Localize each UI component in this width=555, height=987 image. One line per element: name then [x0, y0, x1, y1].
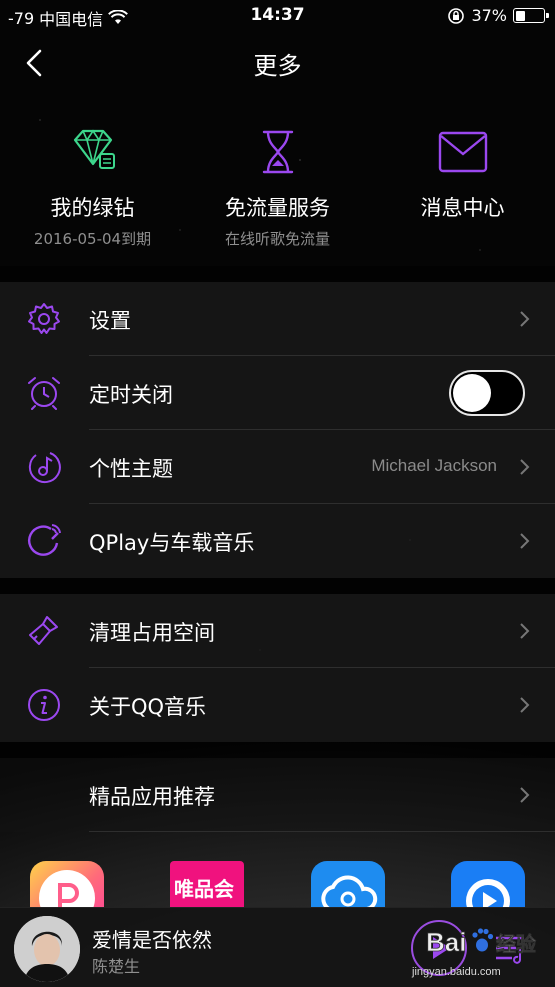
shortcut-subtitle: 2016-05-04到期	[33, 230, 152, 248]
chevron-right-icon	[520, 623, 530, 639]
section-divider	[0, 266, 555, 282]
row-label: 个性主题	[89, 457, 173, 481]
p-app-icon[interactable]	[30, 861, 104, 908]
shortcut-message-center[interactable]: 消息中心	[370, 94, 555, 266]
battery-fill	[515, 10, 526, 21]
current-theme-value: Michael Jackson	[371, 456, 497, 475]
song-artist: 陈楚生	[92, 957, 141, 976]
settings-row[interactable]: 设置	[0, 282, 555, 356]
sleep-timer-toggle[interactable]	[449, 370, 525, 416]
gear-icon	[28, 303, 60, 334]
shortcut-subtitle: 在线听歌免流量	[224, 230, 330, 248]
qplay-icon	[28, 524, 61, 556]
brush-icon	[29, 616, 58, 645]
wm-url: jingyan.baidu.com	[412, 966, 501, 978]
video-app-icon[interactable]	[451, 861, 525, 908]
row-label: 设置	[89, 309, 131, 333]
shortcut-bar: 我的绿钻 2016-05-04到期 免流量服务 在线听歌免流量 消息中心	[0, 94, 555, 266]
vip-app-text: 唯品会	[174, 877, 234, 901]
envelope-icon	[438, 131, 487, 173]
chevron-right-icon	[520, 787, 530, 803]
settings-group: 设置 定时关闭 个性主题 Michael Jackson QPlay与车载音乐	[0, 282, 555, 578]
battery-icon	[513, 8, 549, 23]
about-row[interactable]: 关于QQ音乐	[0, 668, 555, 742]
wm-suffix: 经验	[496, 932, 536, 956]
section-divider	[0, 742, 555, 758]
chevron-right-icon	[520, 533, 530, 549]
clear-storage-row[interactable]: 清理占用空间	[0, 594, 555, 668]
shortcut-free-data[interactable]: 免流量服务 在线听歌免流量	[185, 94, 370, 266]
screen: -79 中国电信 14:37 37% 更多 我的绿钻 2016-05-04到期 …	[0, 0, 555, 987]
recommended-apps-strip: 唯品会	[0, 856, 555, 908]
diamond-icon	[73, 129, 115, 169]
video-logo-icon	[466, 879, 510, 908]
rotation-lock-icon	[448, 7, 465, 24]
shortcut-title: 消息中心	[420, 196, 505, 220]
theme-icon	[28, 452, 61, 484]
status-right: 37%	[447, 6, 549, 25]
qplay-row[interactable]: QPlay与车载音乐	[0, 504, 555, 578]
paw-icon	[472, 928, 494, 952]
row-label: QPlay与车载音乐	[89, 531, 255, 555]
album-cover	[14, 916, 80, 982]
row-label: 精品应用推荐	[89, 785, 215, 809]
baidu-jingyan-watermark: Bai 经验 jingyan.baidu.com	[412, 918, 552, 982]
alarm-clock-icon	[28, 377, 60, 410]
cloud-app-icon[interactable]	[311, 861, 385, 908]
wm-brand: Bai	[426, 927, 466, 957]
page-title: 更多	[253, 52, 302, 80]
shortcut-title: 免流量服务	[225, 196, 330, 220]
artist-photo	[14, 916, 80, 982]
toggle-knob	[453, 374, 491, 412]
section-divider	[0, 578, 555, 594]
row-label: 关于QQ音乐	[89, 695, 207, 719]
battery-percent: 37%	[471, 6, 507, 25]
recommend-group: 精品应用推荐	[0, 758, 555, 832]
row-divider	[89, 831, 555, 832]
shortcut-green-diamond[interactable]: 我的绿钻 2016-05-04到期	[0, 94, 185, 266]
chevron-right-icon	[520, 697, 530, 713]
nav-bar: 更多	[0, 32, 555, 94]
recommended-apps-row[interactable]: 精品应用推荐	[0, 758, 555, 832]
info-icon	[28, 689, 60, 721]
theme-row[interactable]: 个性主题 Michael Jackson	[0, 430, 555, 504]
shortcut-title: 我的绿钻	[50, 196, 135, 220]
hourglass-icon	[262, 130, 293, 174]
cloud-logo-icon	[321, 875, 378, 908]
status-bar: -79 中国电信 14:37 37%	[0, 0, 555, 32]
row-label: 定时关闭	[89, 383, 173, 407]
storage-about-group: 清理占用空间 关于QQ音乐	[0, 594, 555, 742]
baidu-paw-logo: Bai 经验	[426, 927, 537, 958]
vip-app-icon[interactable]: 唯品会	[170, 861, 244, 908]
sleep-timer-row: 定时关闭	[0, 356, 555, 430]
p-logo-icon	[39, 870, 95, 908]
row-label: 清理占用空间	[89, 621, 215, 645]
chevron-right-icon	[520, 459, 530, 475]
song-title: 爱情是否依然	[92, 928, 212, 952]
chevron-right-icon	[520, 311, 530, 327]
